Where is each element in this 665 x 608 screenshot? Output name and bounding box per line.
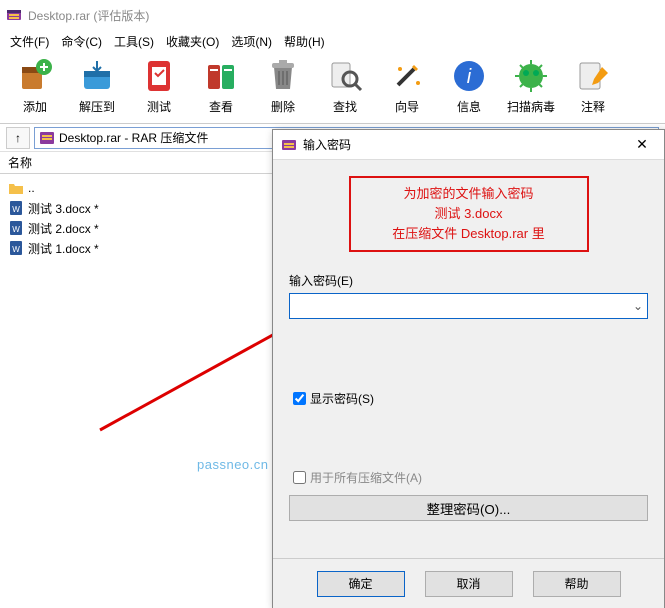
svg-text:W: W xyxy=(12,205,20,214)
archive-icon xyxy=(39,130,55,146)
password-dialog: 输入密码 ✕ 为加密的文件输入密码 测试 3.docx 在压缩文件 Deskto… xyxy=(272,129,665,608)
toolbar-virus[interactable]: 扫描病毒 xyxy=(502,56,560,123)
toolbar-virus-label: 扫描病毒 xyxy=(507,98,555,115)
info-icon: i xyxy=(449,56,489,96)
docx-icon: W xyxy=(8,240,24,256)
notice-line: 在压缩文件 Desktop.rar 里 xyxy=(359,224,579,244)
dialog-titlebar: 输入密码 ✕ xyxy=(273,130,664,160)
col-name: 名称 xyxy=(8,154,32,171)
notice-line: 测试 3.docx xyxy=(359,204,579,224)
svg-text:i: i xyxy=(467,66,472,88)
toolbar-add-label: 添加 xyxy=(23,98,47,115)
window-titlebar: Desktop.rar (评估版本) xyxy=(0,0,665,30)
toolbar-find[interactable]: 查找 xyxy=(316,56,374,123)
docx-icon: W xyxy=(8,220,24,236)
toolbar: 添加 解压到 测试 查看 删除 查找 向导 i 信息 扫描病毒 注释 xyxy=(0,52,665,124)
dialog-title: 输入密码 xyxy=(303,136,628,153)
menubar: 文件(F) 命令(C) 工具(S) 收藏夹(O) 选项(N) 帮助(H) xyxy=(0,30,665,52)
show-password-row[interactable]: 显示密码(S) xyxy=(289,389,648,408)
use-all-row[interactable]: 用于所有压缩文件(A) xyxy=(289,468,648,487)
up-button[interactable]: ↑ xyxy=(6,127,30,149)
toolbar-extract[interactable]: 解压到 xyxy=(68,56,126,123)
path-text: Desktop.rar - RAR 压缩文件 xyxy=(59,129,208,146)
toolbar-wizard[interactable]: 向导 xyxy=(378,56,436,123)
extract-icon xyxy=(77,56,117,96)
toolbar-delete-label: 删除 xyxy=(271,98,295,115)
wizard-icon xyxy=(387,56,427,96)
toolbar-info[interactable]: i 信息 xyxy=(440,56,498,123)
folder-up-icon xyxy=(8,180,24,196)
toolbar-add[interactable]: 添加 xyxy=(6,56,64,123)
notice-box: 为加密的文件输入密码 测试 3.docx 在压缩文件 Desktop.rar 里 xyxy=(349,176,589,252)
window-title: Desktop.rar (评估版本) xyxy=(28,7,149,24)
comment-icon xyxy=(573,56,613,96)
menu-command[interactable]: 命令(C) xyxy=(55,31,108,52)
toolbar-comment[interactable]: 注释 xyxy=(564,56,622,123)
password-label: 输入密码(E) xyxy=(289,272,648,289)
show-password-checkbox[interactable] xyxy=(293,392,306,405)
find-icon xyxy=(325,56,365,96)
password-dropdown[interactable]: ⌄ xyxy=(629,294,647,318)
ok-button[interactable]: 确定 xyxy=(317,571,405,597)
password-input[interactable] xyxy=(289,293,648,319)
virus-icon xyxy=(511,56,551,96)
use-all-checkbox[interactable] xyxy=(293,471,306,484)
docx-icon: W xyxy=(8,200,24,216)
up-icon: ↑ xyxy=(15,131,21,145)
menu-help[interactable]: 帮助(H) xyxy=(278,31,331,52)
organize-passwords-button[interactable]: 整理密码(O)... xyxy=(289,495,648,521)
toolbar-delete[interactable]: 删除 xyxy=(254,56,312,123)
toolbar-view-label: 查看 xyxy=(209,98,233,115)
toolbar-find-label: 查找 xyxy=(333,98,357,115)
test-icon xyxy=(139,56,179,96)
help-button[interactable]: 帮助 xyxy=(533,571,621,597)
dialog-footer: 确定 取消 帮助 xyxy=(273,558,664,608)
notice-line: 为加密的文件输入密码 xyxy=(359,184,579,204)
toolbar-test-label: 测试 xyxy=(147,98,171,115)
winrar-icon xyxy=(6,7,22,23)
cancel-button[interactable]: 取消 xyxy=(425,571,513,597)
chevron-down-icon: ⌄ xyxy=(633,299,643,313)
menu-tools[interactable]: 工具(S) xyxy=(108,31,160,52)
add-icon xyxy=(15,56,55,96)
toolbar-view[interactable]: 查看 xyxy=(192,56,250,123)
use-all-label: 用于所有压缩文件(A) xyxy=(310,469,422,486)
menu-favorites[interactable]: 收藏夹(O) xyxy=(160,31,225,52)
toolbar-wizard-label: 向导 xyxy=(395,98,419,115)
watermark-text: passneo.cn xyxy=(197,457,269,472)
list-item-label: 测试 1.docx * xyxy=(28,240,99,257)
close-button[interactable]: ✕ xyxy=(628,134,656,156)
menu-options[interactable]: 选项(N) xyxy=(225,31,278,52)
svg-text:W: W xyxy=(12,245,20,254)
view-icon xyxy=(201,56,241,96)
list-item-label: 测试 3.docx * xyxy=(28,200,99,217)
toolbar-comment-label: 注释 xyxy=(581,98,605,115)
toolbar-info-label: 信息 xyxy=(457,98,481,115)
list-item-label: 测试 2.docx * xyxy=(28,220,99,237)
menu-file[interactable]: 文件(F) xyxy=(4,31,55,52)
delete-icon xyxy=(263,56,303,96)
show-password-label: 显示密码(S) xyxy=(310,390,374,407)
close-icon: ✕ xyxy=(636,136,648,153)
svg-text:W: W xyxy=(12,225,20,234)
list-item-label: .. xyxy=(28,181,35,195)
toolbar-extract-label: 解压到 xyxy=(79,98,115,115)
toolbar-test[interactable]: 测试 xyxy=(130,56,188,123)
winrar-icon xyxy=(281,137,297,153)
